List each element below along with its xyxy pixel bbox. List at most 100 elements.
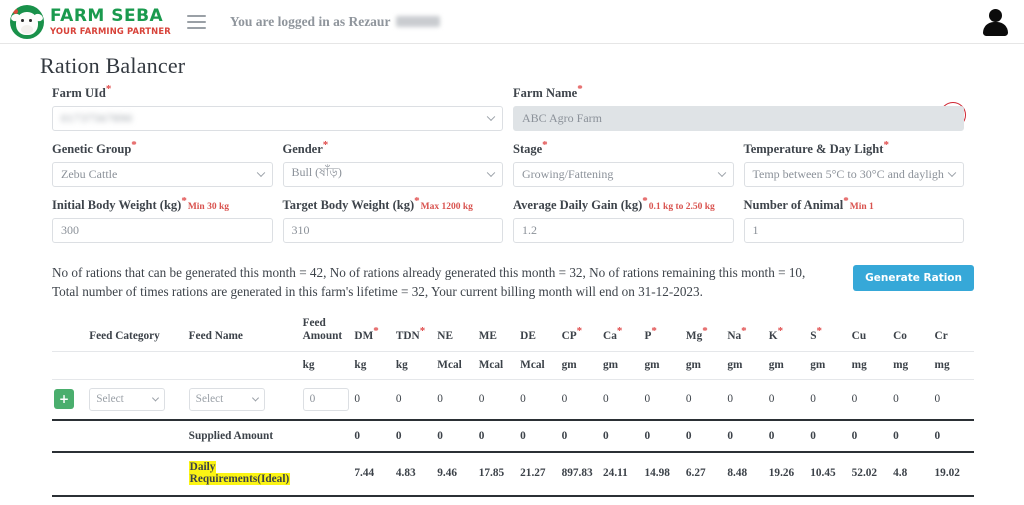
- user-avatar-icon[interactable]: [980, 7, 1010, 37]
- header-cp-text: CP: [561, 329, 577, 342]
- unit-p: gm: [642, 350, 684, 380]
- header-cu: Cu: [851, 329, 867, 342]
- field-number-of-animal: Number of Animal*Min 1 1: [743, 194, 975, 243]
- chevron-down-icon: [486, 112, 496, 122]
- ration-info-row: No of rations that can be generated this…: [30, 251, 996, 311]
- required-star: *: [651, 325, 657, 338]
- daily-label-line1: Daily: [188, 460, 217, 473]
- farm-name-field: ABC Agro Farm: [513, 105, 964, 131]
- required-star: *: [419, 325, 426, 338]
- cow-logo-icon: [10, 4, 44, 39]
- required-star: *: [616, 325, 623, 338]
- page-container: Ration Balancer ? Farm UId* 01737567890: [0, 53, 1024, 497]
- average-daily-gain-input[interactable]: 1.2: [513, 217, 734, 243]
- logo-title: FARM SEBA: [50, 5, 164, 26]
- unit-mg: gm: [683, 350, 726, 380]
- target-weight-input[interactable]: 310: [282, 217, 503, 243]
- required-star: *: [105, 83, 112, 95]
- stage-value: Growing/Fattening: [522, 166, 614, 181]
- add-feed-button[interactable]: +: [54, 389, 74, 410]
- daily-cr: 19.02: [932, 451, 974, 497]
- feed-amount-cell: 0: [300, 379, 353, 421]
- feed-name-select[interactable]: Select: [188, 387, 265, 411]
- initial-weight-label-text: Initial Body Weight (kg): [52, 197, 182, 212]
- feed-name-value: Select: [195, 393, 224, 406]
- header-feed-name: Feed Name: [188, 329, 243, 342]
- stage-select[interactable]: Growing/Fattening: [513, 161, 734, 187]
- form-row-1: Farm UId* 01737567890 Farm Name* ABC Agr…: [52, 83, 974, 139]
- unit-na: gm: [725, 350, 767, 380]
- chevron-down-icon: [486, 168, 496, 178]
- required-star: *: [373, 325, 379, 338]
- brand-logo[interactable]: FARM SEBA YOUR FARMING PARTNER: [10, 4, 171, 39]
- daily-cu: 52.02: [849, 451, 892, 497]
- supplied-k: 0: [766, 419, 809, 453]
- cell-p: 0: [642, 379, 684, 421]
- target-weight-label: Target Body Weight (kg)*Max 1200 kg: [283, 195, 504, 213]
- field-average-daily-gain: Average Daily Gain (kg)*0.1 kg to 2.50 k…: [513, 195, 744, 243]
- redacted-username: [396, 16, 441, 27]
- farm-uid-label-text: Farm UId: [52, 86, 106, 101]
- generate-ration-button[interactable]: Generate Ration: [853, 264, 974, 291]
- cell-cu: 0: [849, 379, 892, 421]
- field-genetic-group: Genetic Group* Zebu Cattle: [52, 139, 283, 187]
- genetic-group-label: Genetic Group*: [52, 139, 273, 157]
- required-star: *: [843, 194, 849, 207]
- header-mg-text: Mg: [685, 329, 703, 342]
- initial-weight-input[interactable]: 300: [52, 217, 273, 243]
- gender-select[interactable]: Bull (ষাঁড়): [282, 161, 503, 187]
- hamburger-icon[interactable]: [186, 14, 206, 29]
- feed-category-value: Select: [96, 393, 124, 406]
- average-daily-gain-label-text: Average Daily Gain (kg): [513, 197, 643, 212]
- field-stage: Stage* Growing/Fattening: [513, 139, 744, 187]
- target-weight-value: 310: [291, 222, 310, 237]
- daily-na: 8.48: [725, 451, 767, 497]
- header-spacer: [52, 311, 87, 351]
- unit-s: gm: [808, 350, 850, 380]
- field-target-weight: Target Body Weight (kg)*Max 1200 kg 310: [282, 195, 514, 243]
- daily-feed-amount: [300, 451, 353, 497]
- cell-tdn: 0: [393, 379, 436, 421]
- chevron-down-icon: [251, 394, 259, 403]
- temperature-value: Temp between 5°C to 30°C and dayligh: [752, 166, 944, 181]
- daily-tdn: 4.83: [393, 451, 436, 497]
- gender-label-text: Gender: [282, 142, 323, 157]
- required-star: *: [883, 138, 889, 151]
- supplied-me: 0: [476, 419, 519, 453]
- daily-k: 19.26: [766, 451, 809, 497]
- chevron-down-icon: [947, 168, 957, 178]
- initial-weight-value: 300: [61, 222, 79, 237]
- temperature-select[interactable]: Temp between 5°C to 30°C and dayligh: [743, 161, 964, 187]
- daily-spacer: [52, 451, 88, 497]
- supplied-cu: 0: [849, 419, 892, 453]
- temperature-label-text: Temperature & Day Light: [743, 142, 884, 157]
- average-daily-gain-label: Average Daily Gain (kg)*0.1 kg to 2.50 k…: [513, 195, 734, 213]
- header-feed-category: Feed Category: [89, 329, 160, 342]
- feed-category-cell: Select: [87, 379, 187, 421]
- feed-category-select[interactable]: Select: [89, 387, 166, 411]
- cell-cr: 0: [932, 379, 974, 421]
- cell-mg: 0: [683, 379, 726, 421]
- stage-label: Stage*: [513, 139, 734, 157]
- number-of-animal-value: 1: [752, 222, 759, 237]
- feed-amount-input[interactable]: 0: [302, 387, 349, 411]
- unit-feed-amount: kg: [300, 350, 353, 380]
- average-daily-gain-hint: 0.1 kg to 2.50 kg: [648, 201, 715, 212]
- gender-value: Bull (ষাঁড়): [291, 165, 342, 180]
- stage-label-text: Stage: [513, 142, 543, 157]
- daily-p: 14.98: [642, 451, 684, 497]
- genetic-group-label-text: Genetic Group: [52, 142, 132, 157]
- farm-uid-select[interactable]: 01737567890: [52, 105, 503, 131]
- cell-ca: 0: [601, 379, 643, 421]
- unit-cr: mg: [932, 350, 974, 380]
- field-temperature: Temperature & Day Light* Temp between 5°…: [743, 138, 975, 187]
- top-navbar: FARM SEBA YOUR FARMING PARTNER You are l…: [0, 0, 1024, 44]
- header-k: K*: [767, 311, 808, 351]
- unit-dm: kg: [352, 350, 394, 380]
- number-of-animal-input[interactable]: 1: [743, 217, 964, 243]
- supplied-co: 0: [891, 419, 933, 453]
- ration-table: Feed Category Feed Name Feed Amount DM* …: [52, 311, 974, 497]
- genetic-group-select[interactable]: Zebu Cattle: [52, 161, 273, 187]
- unit-k: gm: [766, 350, 809, 380]
- daily-me: 17.85: [476, 451, 519, 497]
